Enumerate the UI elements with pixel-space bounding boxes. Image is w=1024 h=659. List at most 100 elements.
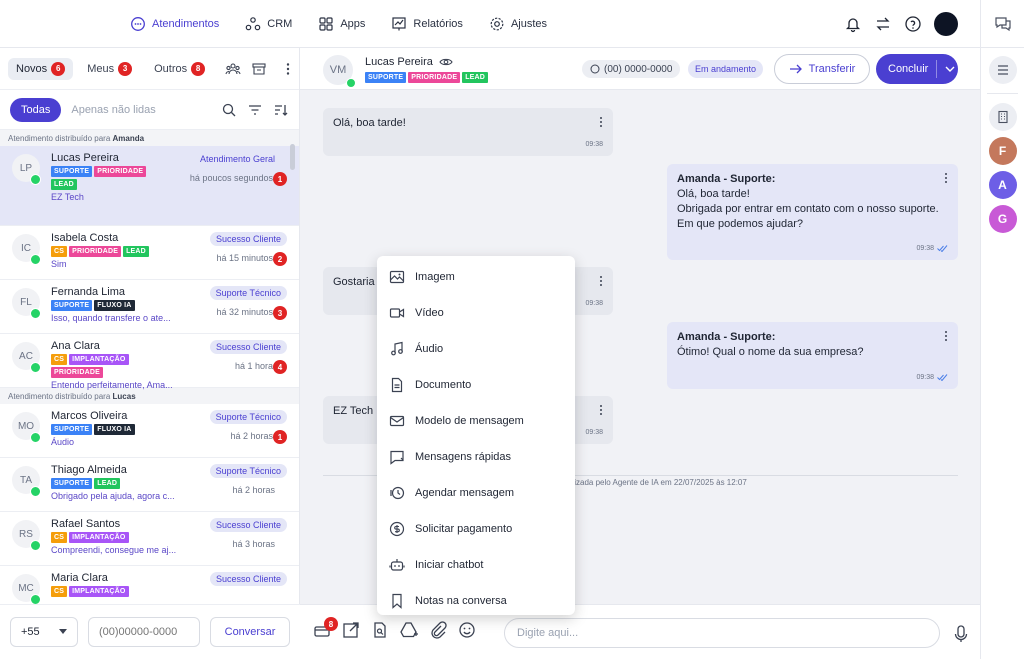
group-prefix: Atendimento distribuído para xyxy=(8,392,111,401)
menu-item-mensagens-r-pidas[interactable]: Mensagens rápidas xyxy=(377,439,575,475)
contact-item[interactable]: FL Fernanda Lima SUPORTE FLUXO IA Isso, quan… xyxy=(0,280,299,334)
contact-preview: EZ Tech xyxy=(51,192,84,202)
tab-novos[interactable]: Novos 6 xyxy=(8,57,74,80)
contact-time: há 3 horas xyxy=(232,539,275,549)
nav-crm[interactable]: CRM xyxy=(245,16,292,32)
external-link-icon[interactable] xyxy=(341,620,361,640)
sort-icon[interactable] xyxy=(273,102,289,118)
unread-count-badge: 1 xyxy=(273,172,287,186)
agent-avatar[interactable]: A xyxy=(988,171,1017,199)
whatsapp-icon xyxy=(30,540,41,551)
filter-row: Todas Apenas não lidas xyxy=(0,90,299,130)
rail-building-button[interactable] xyxy=(988,103,1017,131)
phone-input[interactable] xyxy=(88,617,200,647)
contact-preview: Sim xyxy=(51,259,67,269)
department-badge: Sucesso Cliente xyxy=(209,232,287,246)
agent-avatar[interactable]: F xyxy=(988,137,1017,165)
menu-item-documento[interactable]: Documento xyxy=(377,367,575,403)
contact-preview: Compreendi, consegue me aj... xyxy=(51,545,177,555)
list-scrollbar[interactable] xyxy=(290,144,295,170)
filter-unread[interactable]: Apenas não lidas xyxy=(71,104,211,116)
contact-item[interactable]: MO Marcos Oliveira SUPORTE FLUXO IA Áudio Sup… xyxy=(0,404,299,458)
nav-atendimentos[interactable]: Atendimentos xyxy=(130,16,219,32)
agent-avatar[interactable]: G xyxy=(988,205,1017,233)
tab-outros[interactable]: Outros 8 xyxy=(146,58,213,80)
rail-menu-button[interactable] xyxy=(988,56,1017,84)
contact-item[interactable]: LP Lucas Pereira SUPORTE PRIORIDADE LEAD EZ T… xyxy=(0,146,299,226)
menu-item-label: Solicitar pagamento xyxy=(415,523,513,535)
filter-icon[interactable] xyxy=(247,102,263,118)
team-icon[interactable] xyxy=(225,61,241,77)
message-kebab-icon[interactable] xyxy=(599,116,603,128)
emoji-icon[interactable] xyxy=(457,620,477,640)
group-agent: Amanda xyxy=(112,134,145,143)
conclude-button[interactable]: Concluir xyxy=(876,54,958,84)
message-time: 09:38 xyxy=(916,374,934,381)
search-icon[interactable] xyxy=(221,102,237,118)
menu-item-imagem[interactable]: Imagem xyxy=(377,259,575,295)
contact-tags: CS IMPLANTAÇÃO PRIORIDADE xyxy=(51,354,171,378)
transfer-button[interactable]: Transferir xyxy=(774,54,870,84)
nav-relatorios[interactable]: Relatórios xyxy=(391,16,463,32)
message-kebab-icon[interactable] xyxy=(599,404,603,416)
transfer-arrows-icon[interactable] xyxy=(874,15,892,33)
archive-icon[interactable] xyxy=(251,61,267,77)
nav-ajustes[interactable]: Ajustes xyxy=(489,16,547,32)
message-incoming: Olá, boa tarde! 09:38 xyxy=(323,108,613,156)
message-kebab-icon[interactable] xyxy=(599,275,603,287)
chevron-down-icon[interactable] xyxy=(945,65,955,73)
conclude-label: Concluir xyxy=(888,63,929,75)
whatsapp-icon xyxy=(346,78,356,88)
contact-time: há 32 minutos xyxy=(216,307,273,317)
menu-item-v-deo[interactable]: Vídeo xyxy=(377,295,575,331)
message-input[interactable]: Digite aqui... xyxy=(504,618,940,648)
message-kebab-icon[interactable] xyxy=(944,330,948,342)
message-line: Olá, boa tarde! xyxy=(677,188,750,200)
contact-tag: SUPORTE xyxy=(51,166,93,177)
rail-chat-button[interactable] xyxy=(981,0,1024,48)
tab-count: 6 xyxy=(51,61,66,76)
message-time: 09:38 xyxy=(585,429,603,436)
contact-tag: FLUXO IA xyxy=(94,424,135,435)
tab-meus[interactable]: Meus 3 xyxy=(79,58,140,80)
contact-item[interactable]: TA Thiago Almeida SUPORTE LEAD Obrigado pela… xyxy=(0,458,299,512)
menu-item-label: Vídeo xyxy=(415,307,444,319)
country-code-select[interactable]: +55 xyxy=(10,617,78,647)
group-prefix: Atendimento distribuído para xyxy=(8,134,111,143)
menu-item-label: Agendar mensagem xyxy=(415,487,515,499)
help-icon[interactable] xyxy=(904,15,922,33)
menu-item-iniciar-chatbot[interactable]: Iniciar chatbot xyxy=(377,547,575,583)
whatsapp-outline-icon xyxy=(590,64,600,74)
microphone-icon[interactable] xyxy=(953,624,969,644)
queue-tabs: Novos 6 Meus 3 Outros 8 xyxy=(0,48,299,90)
paperclip-icon[interactable] xyxy=(428,620,448,640)
drive-add-icon[interactable] xyxy=(399,620,419,640)
contact-item[interactable]: RS Rafael Santos CS IMPLANTAÇÃO Compreendi, … xyxy=(0,512,299,566)
nav-apps[interactable]: Apps xyxy=(318,16,365,32)
filter-todas[interactable]: Todas xyxy=(10,97,62,122)
user-avatar[interactable] xyxy=(934,12,958,36)
contact-time: há 2 horas xyxy=(232,485,275,495)
kebab-menu-icon[interactable] xyxy=(283,61,293,77)
department-badge: Suporte Técnico xyxy=(209,464,287,478)
message-author: Amanda - Suporte: xyxy=(677,331,776,343)
menu-item-solicitar-pagamento[interactable]: Solicitar pagamento xyxy=(377,511,575,547)
menu-item-modelo-de-mensagem[interactable]: Modelo de mensagem xyxy=(377,403,575,439)
menu-item-agendar-mensagem[interactable]: Agendar mensagem xyxy=(377,475,575,511)
envelope-icon xyxy=(389,413,405,429)
document-search-icon[interactable] xyxy=(370,620,390,640)
contact-item[interactable]: IC Isabela Costa CS PRIORIDADE LEAD Sim Sucess… xyxy=(0,226,299,280)
menu-item-notas-na-conversa[interactable]: Notas na conversa xyxy=(377,583,575,619)
conversar-button[interactable]: Conversar xyxy=(210,617,290,647)
menu-item--udio[interactable]: Áudio xyxy=(377,331,575,367)
contact-tag: IMPLANTAÇÃO xyxy=(69,532,129,543)
contact-item[interactable]: AC Ana Clara CS IMPLANTAÇÃO PRIORIDADE Entend… xyxy=(0,334,299,390)
bell-icon[interactable] xyxy=(844,15,862,33)
message-kebab-icon[interactable] xyxy=(944,172,948,184)
contact-tags: SUPORTE PRIORIDADE LEAD xyxy=(51,166,171,190)
contact-time: há 2 horas xyxy=(230,431,273,441)
whatsapp-icon xyxy=(30,308,41,319)
unread-count-badge: 2 xyxy=(273,252,287,266)
eye-icon[interactable] xyxy=(439,56,453,68)
apps-icon xyxy=(318,16,334,32)
